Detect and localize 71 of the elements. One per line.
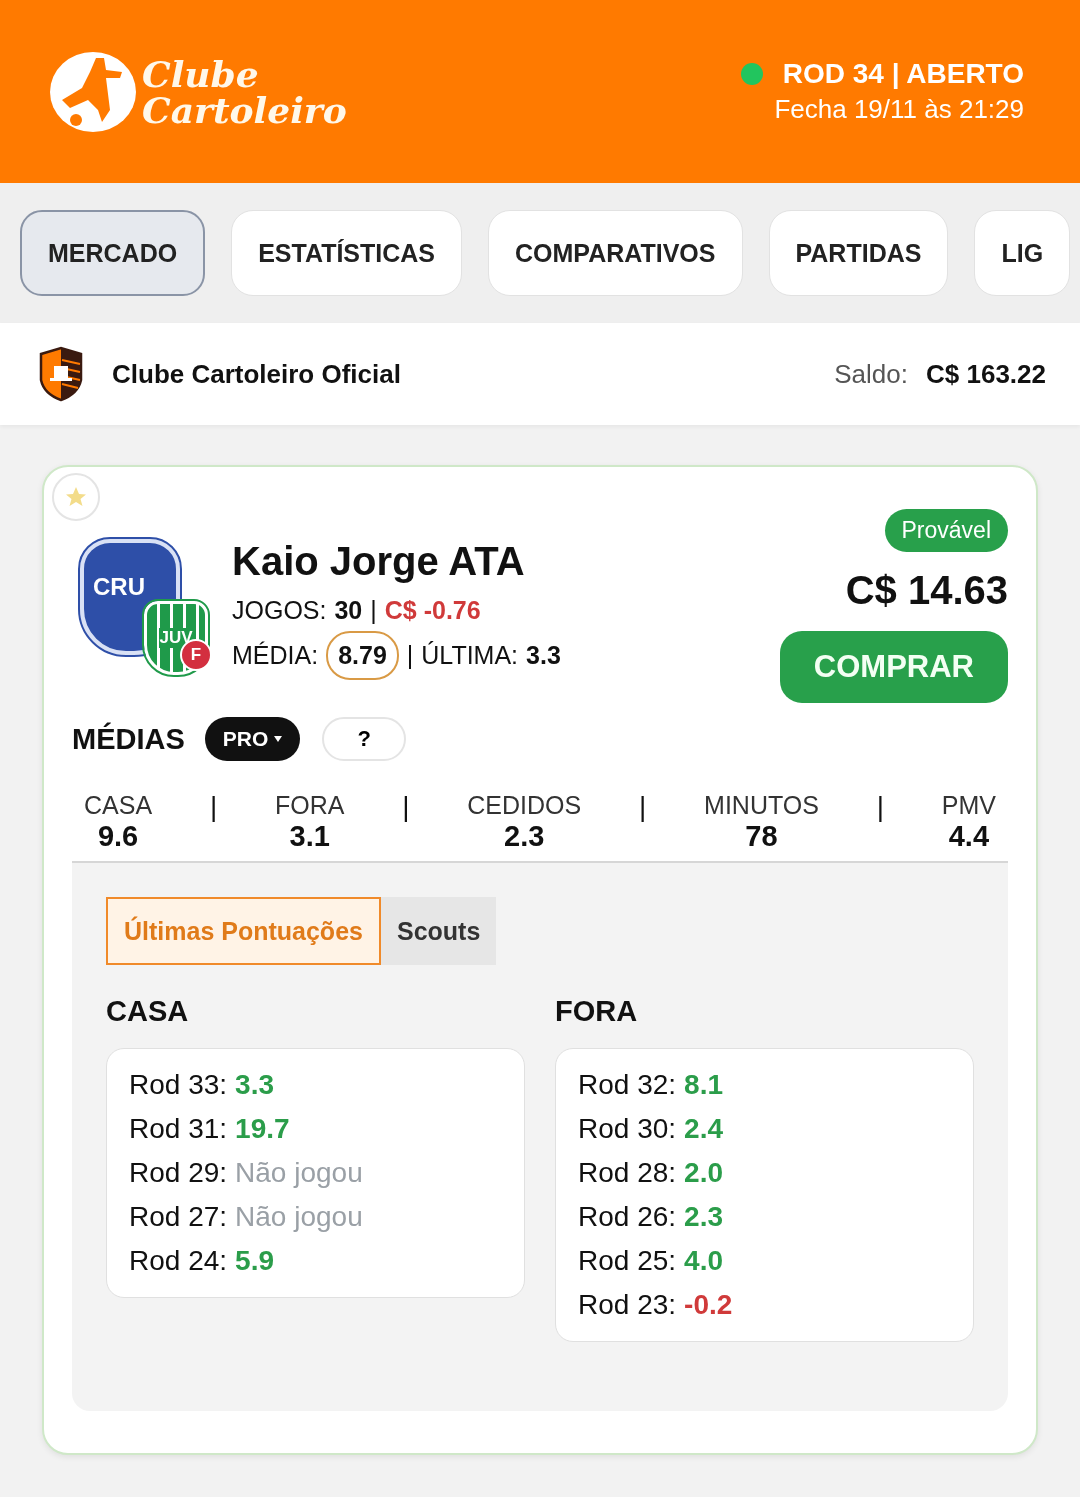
help-button[interactable]: ? [322,717,407,761]
round-score: Não jogou [235,1201,363,1233]
round-score: 2.3 [684,1201,723,1233]
games-label: JOGOS: [232,596,327,625]
soccer-player-logo-icon [48,49,138,134]
games-value: 30 [334,596,363,625]
stat-value: 2.3 [504,820,545,853]
round-score: 19.7 [235,1113,290,1145]
price-change: C$ -0.76 [384,596,481,625]
round-score: -0.2 [684,1289,733,1321]
round-label: Rod 25: [578,1245,677,1277]
player-price: C$ 14.63 [845,568,1008,613]
stat-value: 3.1 [289,820,330,853]
logo-text: Clube [142,55,260,92]
status-badge: Provável [884,509,1008,552]
stat-value: 78 [745,820,778,853]
round-score: 4.0 [684,1245,723,1277]
stat-value: 4.4 [948,820,990,853]
round-score: 2.0 [684,1157,723,1189]
separator: | [639,791,647,823]
nav-tab[interactable]: LIG [974,210,1071,296]
last-label: ÚLTIMA: [421,641,519,670]
round-label: Rod 28: [578,1157,677,1189]
section-title: MÉDIAS [72,722,185,756]
round-label: Rod 33: [129,1069,228,1101]
team-name: Clube Cartoleiro Oficial [112,358,401,390]
round-label: Rod 29: [129,1157,228,1189]
average-label: MÉDIA: [232,641,319,670]
average-value: 8.79 [326,631,399,680]
round-score: 5.9 [235,1245,274,1277]
separator: | [876,791,884,823]
separator: | [209,791,218,823]
stat-label: MINUTOS [704,791,819,820]
round-label: Rod 27: [129,1201,228,1233]
nav-tab[interactable]: MERCADO [20,210,206,296]
nav-tab[interactable]: COMPARATIVOS [488,210,743,296]
column-title: CASA [106,995,190,1028]
plan-dropdown[interactable]: PRO [204,717,301,761]
separator: | [370,596,377,625]
round-label: Rod 26: [578,1201,677,1233]
nav-tab[interactable]: ESTATÍSTICAS [231,210,463,296]
favorite-star-button[interactable] [52,473,100,521]
nav-tab[interactable]: PARTIDAS [768,210,949,296]
last-value: 3.3 [526,641,561,670]
round-label: Rod 23: [578,1289,677,1321]
column-title: FORA [555,995,639,1028]
caret-icon [274,736,283,742]
separator: | [406,641,414,670]
round-score: Não jogou [235,1157,363,1189]
stat-value: 9.6 [97,820,139,853]
round-label: Rod 24: [129,1245,228,1277]
round-score: 8.1 [684,1069,723,1101]
round-score: 2.4 [684,1113,723,1145]
stat-label: CEDIDOS [467,791,582,820]
round-status: ROD 34 | ABERTO [782,58,1024,90]
stat-label: FORA [274,791,345,820]
round-label: Rod 32: [578,1069,677,1101]
separator: | [402,791,410,823]
player-name: Kaio Jorge ATA [232,539,526,584]
club-abbreviation: CRU [93,573,145,601]
shield-icon [38,346,84,402]
round-score: 3.3 [235,1069,274,1101]
balance-label: Saldo: [834,358,908,390]
logo-text: Cartoleiro [142,91,347,128]
round-label: Rod 30: [578,1113,677,1145]
stat-label: CASA [84,791,153,820]
stat-label: PMV [941,791,996,820]
round-label: Rod 31: [129,1113,228,1145]
scores-tab[interactable]: Scouts [380,897,497,965]
closing-time: Fecha 19/11 às 21:29 [774,94,1024,125]
balance-value: C$ 163.22 [926,358,1046,390]
